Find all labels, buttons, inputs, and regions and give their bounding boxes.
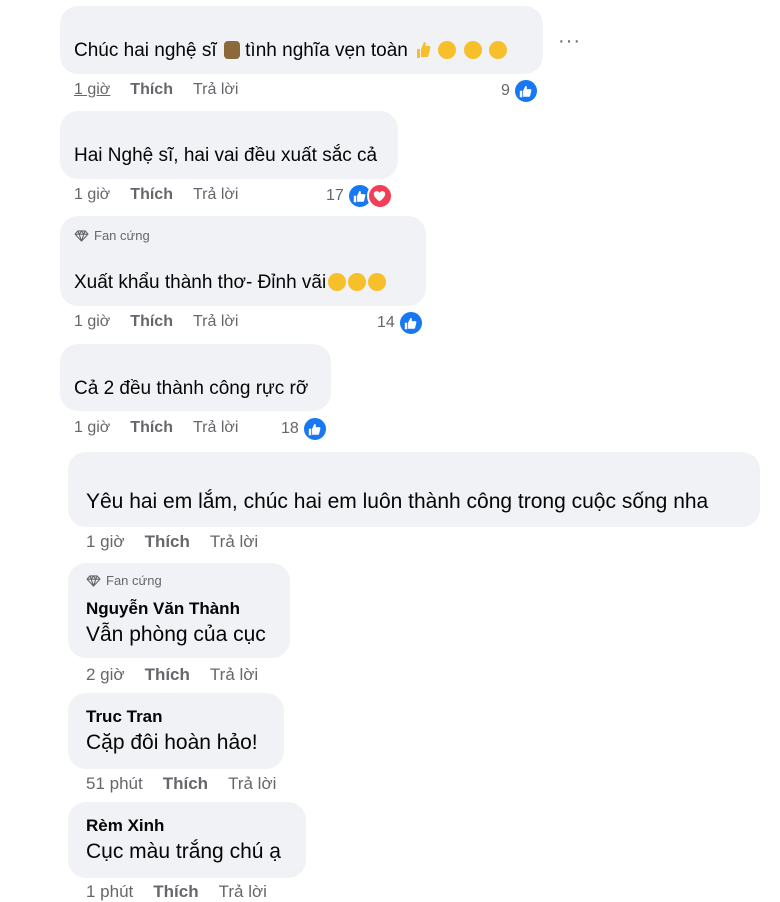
reaction-summary[interactable]: 17 xyxy=(326,183,393,209)
comment-bubble: Hai Nghệ sĩ, hai vai đều xuất sắc cả xyxy=(60,111,398,179)
comment-text-part: Chúc hai nghệ sĩ xyxy=(74,40,217,61)
like-button[interactable]: Thích xyxy=(130,186,173,204)
reaction-count: 17 xyxy=(326,187,344,204)
more-options-icon[interactable]: ··· xyxy=(558,30,581,53)
thumbs-up-emoji-icon xyxy=(415,41,431,59)
badge-label: Fan cứng xyxy=(106,573,162,588)
comment-actions: 1 giờ Thích Trả lời xyxy=(74,186,258,204)
comment-bubble: Fan cứng Nguyễn Văn Thành Vẫn phòng của … xyxy=(68,563,290,658)
like-reaction-icon xyxy=(301,416,328,442)
like-button[interactable]: Thích xyxy=(145,532,190,552)
badge-label: Fan cứng xyxy=(94,228,150,243)
reaction-count: 9 xyxy=(501,82,510,99)
comment-time[interactable]: 1 giờ xyxy=(74,186,110,204)
comment-actions: 1 giờ Thích Trả lời xyxy=(74,313,258,331)
reaction-summary[interactable]: 14 xyxy=(377,310,424,336)
comment-text-part: Xuất khẩu thành thơ- Đỉnh vãi xyxy=(74,272,327,293)
comment-time[interactable]: 1 giờ xyxy=(74,313,110,331)
like-reaction-icon xyxy=(512,78,539,104)
like-button[interactable]: Thích xyxy=(130,81,173,99)
comment-time[interactable]: 2 giờ xyxy=(86,665,125,685)
comment-text: Chúc hai nghệ sĩ tình nghĩa vẹn toàn xyxy=(74,40,507,62)
comment-text: Hai Nghệ sĩ, hai vai đều xuất sắc cả xyxy=(74,145,378,166)
comment-bubble: Truc Tran Cặp đôi hoàn hảo! xyxy=(68,693,284,769)
like-button[interactable]: Thích xyxy=(130,419,173,437)
reply-button[interactable]: Trả lời xyxy=(210,665,258,685)
comment-actions: 1 phút Thích Trả lời xyxy=(86,882,287,902)
comment-text: Cả 2 đều thành công rực rỡ xyxy=(74,378,309,399)
like-button[interactable]: Thích xyxy=(145,665,190,685)
reply-button[interactable]: Trả lời xyxy=(219,882,267,902)
reaction-summary[interactable]: 18 xyxy=(281,416,328,442)
comment-actions: 1 giờ Thích Trả lời xyxy=(86,532,278,552)
comment-text: Xuất khẩu thành thơ- Đỉnh vãi xyxy=(74,272,387,294)
reaction-count: 14 xyxy=(377,314,395,331)
comment-text-part: tình nghĩa vẹn toàn xyxy=(245,40,408,61)
commenter-name[interactable]: Truc Tran xyxy=(86,707,163,727)
reply-button[interactable]: Trả lời xyxy=(193,313,238,331)
comment-actions: 1 giờ Thích Trả lời xyxy=(74,419,258,437)
diamond-icon xyxy=(74,229,89,242)
like-button[interactable]: Thích xyxy=(163,774,208,794)
comment-text: Cục màu trắng chú ạ xyxy=(86,840,281,863)
fan-badge: Fan cứng xyxy=(74,228,150,243)
winking-tongue-emoji-icon xyxy=(348,273,367,291)
person-emoji-icon xyxy=(223,41,240,59)
reply-button[interactable]: Trả lời xyxy=(193,81,238,99)
comment-time[interactable]: 1 phút xyxy=(86,882,133,902)
comment-time[interactable]: 51 phút xyxy=(86,774,143,794)
reply-button[interactable]: Trả lời xyxy=(210,532,258,552)
laughing-emoji-icon xyxy=(463,41,482,59)
commenter-name[interactable]: Nguyễn Văn Thành xyxy=(86,599,240,619)
comment-text: Vẫn phòng của cục xyxy=(86,623,266,646)
fan-badge: Fan cứng xyxy=(86,573,162,588)
comment-actions: 51 phút Thích Trả lời xyxy=(86,774,296,794)
comment-bubble: Rèm Xinh Cục màu trắng chú ạ xyxy=(68,802,306,878)
like-reaction-icon xyxy=(397,310,424,336)
commenter-name[interactable]: Rèm Xinh xyxy=(86,816,164,836)
reaction-count: 18 xyxy=(281,420,299,437)
reply-button[interactable]: Trả lời xyxy=(193,186,238,204)
comment-time[interactable]: 1 giờ xyxy=(74,419,110,437)
comment-bubble: Yêu hai em lắm, chúc hai em luôn thành c… xyxy=(68,452,760,527)
comment-bubble: Chúc hai nghệ sĩ tình nghĩa vẹn toàn xyxy=(60,6,543,74)
comment-actions: 2 giờ Thích Trả lời xyxy=(86,665,278,685)
reply-button[interactable]: Trả lời xyxy=(193,419,238,437)
comment-bubble: Fan cứng Xuất khẩu thành thơ- Đỉnh vãi xyxy=(60,216,426,306)
diamond-icon xyxy=(86,574,101,587)
winking-tongue-emoji-icon xyxy=(368,273,387,291)
comment-bubble: Cả 2 đều thành công rực rỡ xyxy=(60,344,331,411)
comment-actions: 1 giờ Thích Trả lời xyxy=(74,81,258,99)
winking-tongue-emoji-icon xyxy=(328,273,347,291)
reaction-summary[interactable]: 9 xyxy=(501,78,539,104)
comment-text: Cặp đôi hoàn hảo! xyxy=(86,731,258,754)
comment-time[interactable]: 1 giờ xyxy=(74,81,110,99)
like-button[interactable]: Thích xyxy=(153,882,198,902)
laughing-emoji-icon xyxy=(438,41,457,59)
love-reaction-icon xyxy=(366,183,393,209)
reply-button[interactable]: Trả lời xyxy=(228,774,276,794)
like-button[interactable]: Thích xyxy=(130,313,173,331)
comment-time[interactable]: 1 giờ xyxy=(86,532,125,552)
laughing-emoji-icon xyxy=(488,41,507,59)
comment-text: Yêu hai em lắm, chúc hai em luôn thành c… xyxy=(86,490,709,513)
